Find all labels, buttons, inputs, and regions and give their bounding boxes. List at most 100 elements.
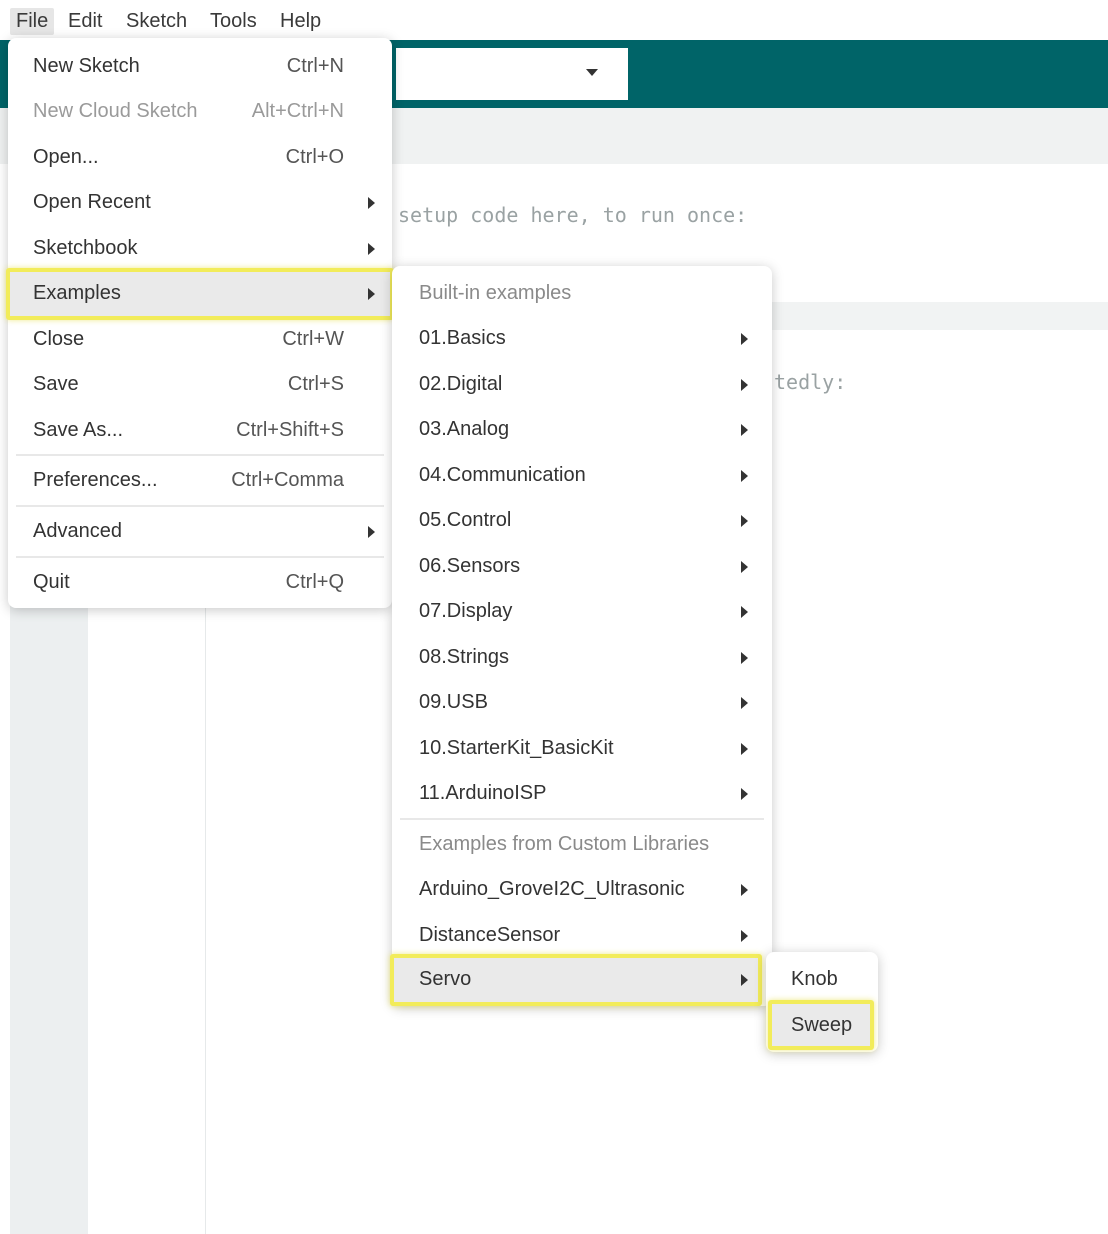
chevron-right-icon	[741, 930, 748, 942]
chevron-right-icon	[741, 424, 748, 436]
menu-item-sensors[interactable]: 06.Sensors	[392, 545, 772, 589]
menu-item-distance-sensor[interactable]: DistanceSensor	[392, 914, 772, 958]
shortcut-label: Ctrl+W	[282, 328, 344, 350]
menu-item-open[interactable]: Open... Ctrl+O	[8, 136, 392, 180]
menu-divider	[16, 556, 384, 558]
menu-edit[interactable]: Edit	[62, 8, 108, 35]
board-selector[interactable]	[396, 48, 628, 100]
chevron-right-icon	[741, 652, 748, 664]
menu-item-label: 10.StarterKit_BasicKit	[419, 737, 614, 759]
menu-item-sweep[interactable]: Sweep	[766, 1004, 878, 1048]
menu-item-label: Quit	[33, 571, 70, 593]
menu-item-starterkit-basickit[interactable]: 10.StarterKit_BasicKit	[392, 727, 772, 771]
menu-item-usb[interactable]: 09.USB	[392, 681, 772, 725]
shortcut-label: Ctrl+Comma	[231, 469, 344, 491]
menu-item-quit[interactable]: Quit Ctrl+Q	[8, 561, 392, 605]
menu-item-label: Save As...	[33, 419, 124, 441]
menu-item-new-sketch[interactable]: New Sketch Ctrl+N	[8, 45, 392, 89]
menu-item-digital[interactable]: 02.Digital	[392, 363, 772, 407]
chevron-right-icon	[741, 743, 748, 755]
chevron-right-icon	[368, 526, 375, 538]
shortcut-label: Ctrl+Q	[285, 571, 344, 593]
custom-libraries-header: Examples from Custom Libraries	[392, 823, 772, 867]
chevron-right-icon	[741, 470, 748, 482]
chevron-right-icon	[368, 243, 375, 255]
chevron-right-icon	[741, 606, 748, 618]
menu-item-label: DistanceSensor	[419, 924, 561, 946]
menu-item-basics[interactable]: 01.Basics	[392, 317, 772, 361]
menu-file[interactable]: File	[10, 8, 55, 35]
chevron-right-icon	[368, 288, 375, 300]
menu-item-communication[interactable]: 04.Communication	[392, 454, 772, 498]
menu-item-label: Examples	[33, 282, 121, 304]
examples-menu: Built-in examples 01.Basics 02.Digital 0…	[390, 266, 772, 1006]
menu-item-save-as[interactable]: Save As... Ctrl+Shift+S	[8, 409, 392, 453]
servo-menu: Knob Sweep	[766, 952, 878, 1052]
menu-header-label: Built-in examples	[419, 282, 572, 304]
menu-item-label: 05.Control	[419, 509, 512, 531]
menu-bar: File Edit Sketch Tools Help	[0, 0, 1108, 40]
shortcut-label: Ctrl+N	[286, 55, 344, 77]
menu-item-label: 04.Communication	[419, 464, 586, 486]
menu-item-save[interactable]: Save Ctrl+S	[8, 363, 392, 407]
menu-item-label: 08.Strings	[419, 646, 510, 668]
chevron-right-icon	[741, 561, 748, 573]
menu-item-label: 11.ArduinoISP	[419, 782, 547, 804]
menu-item-advanced[interactable]: Advanced	[8, 510, 392, 554]
menu-tools[interactable]: Tools	[204, 8, 263, 35]
menu-item-control[interactable]: 05.Control	[392, 499, 772, 543]
menu-item-open-recent[interactable]: Open Recent	[8, 181, 392, 225]
menu-item-close[interactable]: Close Ctrl+W	[8, 318, 392, 362]
menu-item-label: New Sketch	[33, 55, 140, 77]
menu-item-label: Sketchbook	[33, 237, 138, 259]
menu-item-label: 02.Digital	[419, 373, 503, 395]
menu-item-label: Preferences...	[33, 469, 158, 491]
menu-item-label: Arduino_GroveI2C_Ultrasonic	[419, 878, 685, 900]
menu-sketch[interactable]: Sketch	[120, 8, 193, 35]
menu-item-grove-ultrasonic[interactable]: Arduino_GroveI2C_Ultrasonic	[392, 868, 772, 912]
menu-item-sketchbook[interactable]: Sketchbook	[8, 227, 392, 271]
code-comment-setup: setup code here, to run once:	[398, 203, 748, 227]
menu-item-label: Sweep	[791, 1014, 853, 1036]
chevron-right-icon	[741, 974, 748, 986]
menu-item-servo[interactable]: Servo	[392, 958, 772, 1002]
chevron-right-icon	[741, 379, 748, 391]
chevron-right-icon	[741, 884, 748, 896]
shortcut-label: Ctrl+S	[287, 373, 344, 395]
chevron-right-icon	[368, 197, 375, 209]
menu-item-new-cloud-sketch[interactable]: New Cloud Sketch Alt+Ctrl+N	[8, 90, 392, 134]
menu-divider	[400, 818, 764, 820]
chevron-right-icon	[741, 333, 748, 345]
menu-item-preferences[interactable]: Preferences... Ctrl+Comma	[8, 459, 392, 503]
shortcut-label: Alt+Ctrl+N	[251, 100, 344, 122]
menu-item-label: Save	[33, 373, 79, 395]
builtin-examples-header: Built-in examples	[392, 272, 772, 316]
menu-item-label: 07.Display	[419, 600, 513, 622]
menu-item-analog[interactable]: 03.Analog	[392, 408, 772, 452]
menu-item-strings[interactable]: 08.Strings	[392, 636, 772, 680]
menu-help[interactable]: Help	[274, 8, 327, 35]
menu-item-knob[interactable]: Knob	[766, 958, 878, 1002]
menu-header-label: Examples from Custom Libraries	[419, 833, 710, 855]
menu-item-label: 09.USB	[419, 691, 488, 713]
menu-item-label: Advanced	[33, 520, 122, 542]
menu-item-label: 03.Analog	[419, 418, 510, 440]
menu-item-label: 06.Sensors	[419, 555, 521, 577]
menu-item-label: Close	[33, 328, 85, 350]
menu-item-label: Knob	[791, 968, 838, 990]
menu-item-examples[interactable]: Examples	[8, 272, 392, 316]
menu-item-label: 01.Basics	[419, 327, 506, 349]
menu-item-arduinoisp[interactable]: 11.ArduinoISP	[392, 772, 772, 816]
menu-item-label: Servo	[419, 968, 472, 990]
file-menu: New Sketch Ctrl+N New Cloud Sketch Alt+C…	[6, 38, 394, 608]
menu-item-display[interactable]: 07.Display	[392, 590, 772, 634]
menu-divider	[16, 505, 384, 507]
menu-item-label: Open...	[33, 146, 99, 168]
shortcut-label: Ctrl+O	[285, 146, 344, 168]
chevron-right-icon	[741, 515, 748, 527]
chevron-right-icon	[741, 697, 748, 709]
chevron-right-icon	[741, 788, 748, 800]
shortcut-label: Ctrl+Shift+S	[236, 419, 344, 441]
chevron-down-icon	[586, 69, 598, 76]
menu-item-label: New Cloud Sketch	[33, 100, 198, 122]
